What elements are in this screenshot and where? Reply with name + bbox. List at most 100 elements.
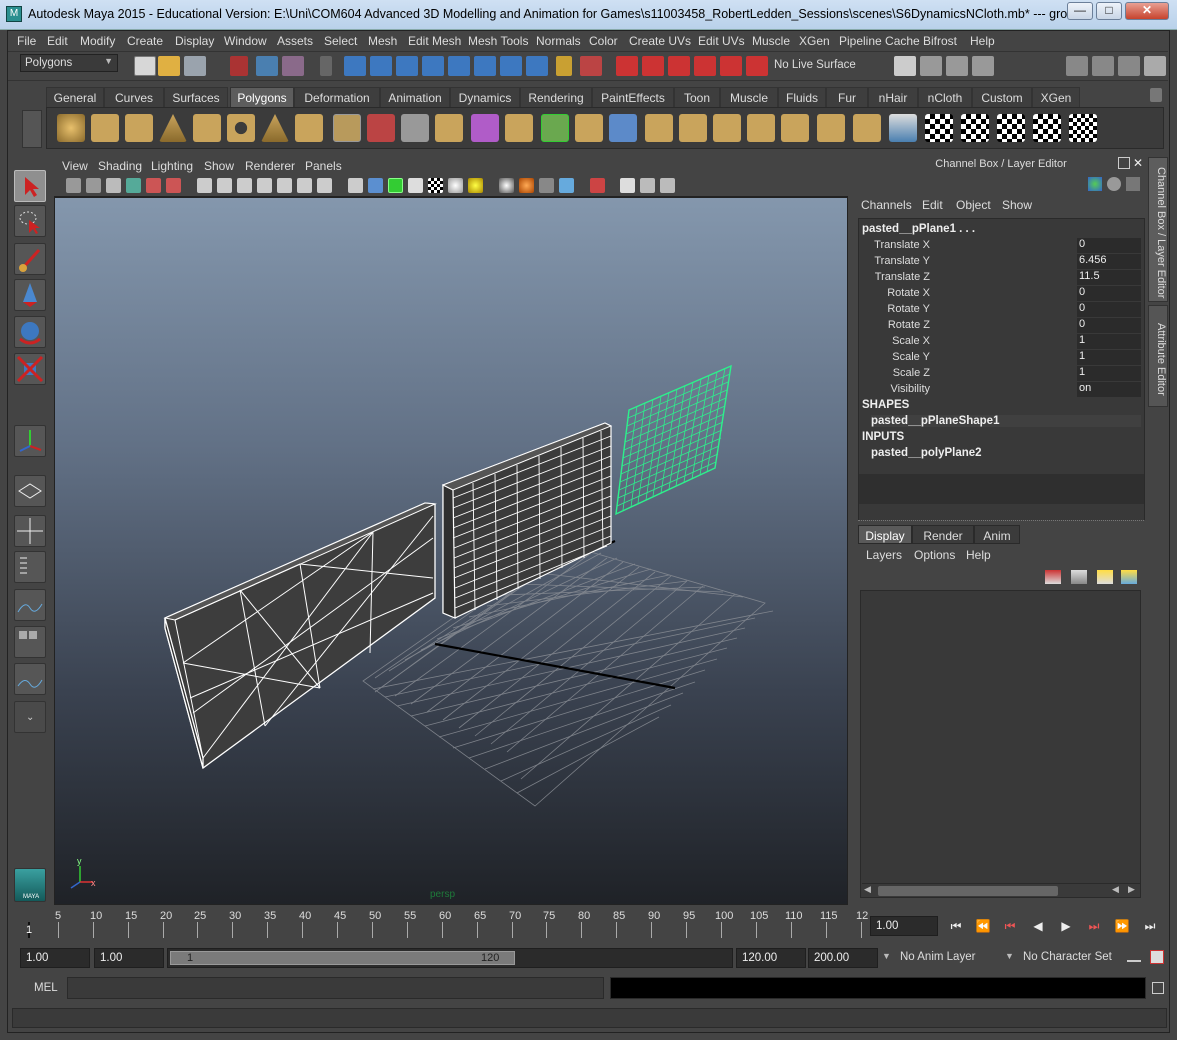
persp-outliner-layout-icon[interactable] [14,551,46,583]
scroll-right-icon[interactable]: ▶ [1128,884,1135,895]
planar-mapping-icon[interactable] [889,114,917,142]
command-language-label[interactable]: MEL [34,982,58,994]
show-channel-box-icon[interactable] [1144,56,1166,76]
safe-action-icon[interactable] [297,178,312,193]
attr-scale-x-field[interactable]: 1 [1077,334,1141,349]
panel-menu-panels[interactable]: Panels [305,159,342,173]
select-tool-icon[interactable] [14,170,46,202]
select-misc-icon[interactable] [526,56,548,76]
gate-mask-icon[interactable] [257,178,272,193]
selection-mask-icon[interactable] [320,56,332,76]
move-layer-up-icon[interactable] [1045,570,1061,584]
play-forwards-icon[interactable]: ▶ [1058,918,1074,934]
layer-tab-anim[interactable]: Anim [974,525,1020,544]
cb-menu-object[interactable]: Object [956,198,991,212]
snap-to-curves-icon[interactable] [642,56,664,76]
poly-soccer-ball-icon[interactable] [333,114,361,142]
panel-menu-lighting[interactable]: Lighting [151,159,193,173]
camera-attributes-icon[interactable] [86,178,101,193]
toggle-sidebar-icon[interactable] [1066,56,1088,76]
menu-create[interactable]: Create [127,34,163,48]
poly-cube-icon[interactable] [91,114,119,142]
move-tool-icon[interactable] [14,279,46,311]
layer-horizontal-scrollbar[interactable]: ◀ ◀ ▶ [862,883,1140,897]
cb-menu-show[interactable]: Show [1002,198,1032,212]
command-input[interactable] [67,977,604,999]
bookmarks-icon[interactable] [106,178,121,193]
menu-display[interactable]: Display [175,34,214,48]
layer-list[interactable] [860,590,1141,898]
cloth-plane-mesh[interactable] [615,364,732,516]
menu-edit-mesh[interactable]: Edit Mesh [408,34,461,48]
resolution-gate-icon[interactable] [237,178,252,193]
playback-start-field[interactable]: 1.00 [94,948,164,968]
step-back-key-icon[interactable]: ⏮ [1002,918,1018,934]
panel-menu-renderer[interactable]: Renderer [245,159,295,173]
shelf-tab-fur[interactable]: Fur [826,87,868,107]
step-forward-key-icon[interactable]: ⏭ [1086,918,1102,934]
field-chart-icon[interactable] [277,178,292,193]
attr-rotate-y-field[interactable]: 0 [1077,302,1141,317]
go-to-start-icon[interactable]: ⏮ [948,918,964,934]
lasso-tool-icon[interactable] [14,205,46,237]
current-time-field[interactable]: 1.00 [870,916,938,936]
image-plane-icon[interactable] [126,178,141,193]
split-polygon-icon[interactable] [645,114,673,142]
shelf-tab-custom[interactable]: Custom [972,87,1032,107]
spherical-mapping-icon[interactable] [961,114,989,142]
bridge-icon[interactable] [575,114,603,142]
four-view-layout-icon[interactable] [14,515,46,547]
attr-scale-y-field[interactable]: 1 [1077,350,1141,365]
tab-attribute-editor[interactable]: Attribute Editor [1148,305,1168,407]
poly-pyramid-icon[interactable] [261,114,289,142]
menu-normals[interactable]: Normals [536,34,581,48]
chevron-down-icon[interactable]: ▼ [1005,951,1014,961]
snap-to-points-icon[interactable] [668,56,690,76]
attr-rotate-z-field[interactable]: 0 [1077,318,1141,333]
save-scene-icon[interactable] [184,56,206,76]
menu-xgen[interactable]: XGen [799,34,830,48]
smooth-shade-icon[interactable] [368,178,383,193]
shelf-tab-toon[interactable]: Toon [674,87,720,107]
select-joints-icon[interactable] [370,56,392,76]
select-camera-icon[interactable] [66,178,81,193]
poly-torus-icon[interactable] [227,114,255,142]
character-set-dropdown[interactable]: No Character Set [1019,948,1123,968]
open-scene-icon[interactable] [158,56,180,76]
create-empty-layer-icon[interactable] [1097,570,1113,584]
hypershade-persp-layout-icon[interactable] [14,626,46,658]
ipr-render-icon[interactable] [946,56,968,76]
anim-layer-dropdown[interactable]: No Anim Layer [896,948,996,968]
menu-create-uvs[interactable]: Create UVs [629,34,691,48]
select-handles-icon[interactable] [344,56,366,76]
menuset-dropdown[interactable]: Polygons ▼ [20,54,118,72]
shelf-tab-fluids[interactable]: Fluids [778,87,826,107]
float-panel-icon[interactable] [1118,157,1130,169]
bevel-icon[interactable] [781,114,809,142]
attr-translate-z-field[interactable]: 11.5 [1077,270,1141,285]
append-polygon-icon[interactable] [609,114,637,142]
paint-select-tool-icon[interactable] [14,243,46,275]
xray-icon[interactable] [620,178,635,193]
persp-graph-layout-icon[interactable] [14,589,46,621]
animation-end-field[interactable]: 200.00 [808,948,878,968]
maximize-button[interactable]: □ [1096,2,1122,20]
animation-start-field[interactable]: 1.00 [20,948,90,968]
shelf-tab-xgen[interactable]: XGen [1032,87,1080,107]
film-gate-icon[interactable] [217,178,232,193]
cb-menu-edit[interactable]: Edit [922,198,943,212]
channel-hyper-icon[interactable] [1126,177,1140,191]
menu-mesh-tools[interactable]: Mesh Tools [468,34,528,48]
poly-cone-icon[interactable] [159,114,187,142]
layer-menu-options[interactable]: Options [914,548,955,562]
select-surfaces-icon[interactable] [422,56,444,76]
menu-file[interactable]: File [17,34,36,48]
maya-app-icon[interactable]: M [6,6,22,22]
show-attribute-editor-icon[interactable] [1092,56,1114,76]
smooth-icon[interactable] [435,114,463,142]
poly-plane-icon[interactable] [193,114,221,142]
scale-tool-icon[interactable] [14,353,46,385]
universal-manipulator-icon[interactable] [14,425,46,457]
step-back-frame-icon[interactable]: ⏪ [975,918,991,934]
chevron-down-icon[interactable]: ▼ [882,951,891,961]
